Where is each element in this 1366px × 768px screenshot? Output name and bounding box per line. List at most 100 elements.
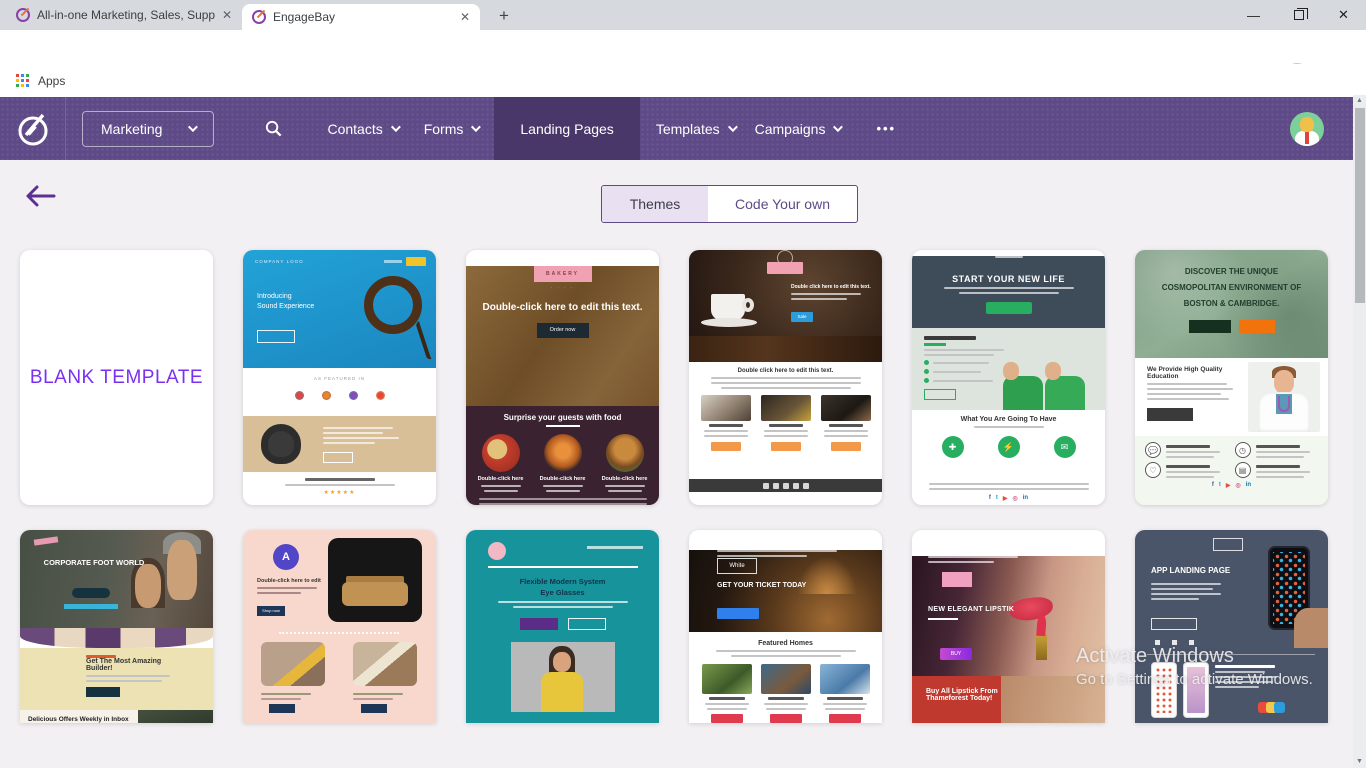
education-heading: DISCOVER THE UNIQUECOSMOPOLITAN ENVIRONM…	[1135, 250, 1328, 312]
food-columns: Double-click here Double-click here Doub…	[466, 434, 659, 492]
text-placeholder-lines	[466, 498, 659, 506]
search-icon[interactable]	[264, 119, 283, 138]
person-image	[1045, 376, 1085, 410]
template-card-furniture[interactable]: A Double-click here to edit Shop now	[243, 530, 436, 723]
sound-hero-section: COMPANY LOGO IntroducingSound Experience	[243, 250, 436, 368]
mini-green-button	[986, 302, 1032, 314]
engagebay-logo[interactable]	[0, 97, 66, 160]
template-card-blank[interactable]: BLANK TEMPLATE	[20, 250, 213, 505]
close-button[interactable]: ✕	[1321, 0, 1366, 30]
tab-close-icon[interactable]: ✕	[460, 10, 470, 24]
featured-caption: AS FEATURED IN	[243, 368, 436, 381]
nav-more-menu[interactable]: •••	[876, 121, 896, 136]
nav-contacts[interactable]: Contacts	[327, 121, 397, 137]
shop-now-button: Shop now	[257, 606, 285, 616]
shoes-image-strip	[20, 628, 213, 648]
coffee-columns	[689, 395, 882, 451]
template-card-eyeglasses[interactable]: Flexible Modern SystemEye Glasses	[466, 530, 659, 723]
divider-line	[488, 566, 638, 568]
nav-templates[interactable]: Templates	[656, 121, 735, 137]
mini-cta-button	[406, 257, 426, 266]
nav-forms[interactable]: Forms	[424, 121, 479, 137]
newlife-footer: ft▶◎in	[912, 483, 1105, 505]
restore-icon	[1294, 10, 1304, 20]
tab-themes[interactable]: Themes	[602, 186, 708, 222]
template-card-ticket[interactable]: White GET YOUR TICKET TODAY Featured Hom…	[689, 530, 882, 723]
tab-all-in-one[interactable]: All-in-one Marketing, Sales, Supp ✕	[8, 0, 240, 30]
education-about-section: We Provide High Quality Education	[1135, 358, 1328, 436]
company-logo-text: COMPANY LOGO	[255, 259, 304, 264]
home-cards	[689, 664, 882, 723]
mini-blue-button	[717, 608, 759, 619]
window-controls: — ✕	[1231, 0, 1366, 30]
scrollbar-up-arrow[interactable]: ▲	[1353, 95, 1366, 107]
bakery-subheading: Surprise your guests with food	[466, 406, 659, 422]
bookmarks-bar: Apps	[0, 64, 1366, 97]
tab-code-your-own[interactable]: Code Your own	[708, 186, 857, 222]
template-card-app-landing[interactable]: APP LANDING PAGE	[1135, 530, 1328, 723]
tab-engagebay[interactable]: EngageBay ✕	[242, 4, 480, 30]
pizza-image	[482, 434, 520, 472]
template-card-coffee[interactable]: Double click here to edit this text. Sal…	[689, 250, 882, 505]
ticket-heading: GET YOUR TICKET TODAY	[717, 582, 806, 589]
mini-navy-button	[269, 704, 295, 713]
furniture-logo: A	[273, 544, 299, 570]
heading-underline	[546, 425, 580, 427]
template-card-education[interactable]: DISCOVER THE UNIQUECOSMOPOLITAN ENVIRONM…	[1135, 250, 1328, 505]
template-card-sound-experience[interactable]: COMPANY LOGO IntroducingSound Experience…	[243, 250, 436, 505]
nav-landing-pages-active[interactable]: Landing Pages	[494, 97, 639, 160]
engagebay-navbar: Marketing Contacts Forms Landing Pages T…	[0, 97, 1366, 160]
back-arrow-button[interactable]	[24, 184, 58, 208]
lips-image	[1008, 595, 1055, 623]
apps-label[interactable]: Apps	[38, 74, 65, 88]
template-card-bakery[interactable]: BAKERY · · · · Double-click here to edit…	[466, 250, 659, 505]
template-card-lipstick[interactable]: NEW ELEGANT LIPSTIK BUY Buy All Lipstick…	[912, 530, 1105, 723]
apps-grid-icon[interactable]	[16, 74, 30, 88]
user-avatar[interactable]	[1290, 112, 1324, 146]
home-image	[702, 664, 752, 694]
marketing-dropdown[interactable]: Marketing	[82, 111, 214, 147]
furniture-heading: Double-click here to edit	[257, 578, 331, 584]
newlife-about-section	[912, 328, 1105, 410]
plus-icon: ✚	[942, 436, 964, 458]
mini-orange-button	[711, 442, 741, 451]
rating-stars: ★★★★★	[243, 489, 436, 496]
hand-image	[1294, 608, 1328, 648]
tab-close-icon[interactable]: ✕	[222, 8, 232, 22]
cup-handle	[742, 298, 754, 312]
features-heading: What You Are Going To Have	[912, 410, 1105, 423]
badge-subtext: · · · ·	[466, 285, 659, 290]
mail-icon: ✉	[1054, 436, 1076, 458]
scrollbar-thumb[interactable]	[1355, 108, 1365, 303]
ticket-featured-section: Featured Homes	[689, 632, 882, 723]
app-heading: APP LANDING PAGE	[1151, 566, 1230, 575]
avatar-head	[1300, 117, 1314, 132]
coffee-hero-section: Double click here to edit this text. Sal…	[689, 250, 882, 362]
chevron-down-icon	[728, 122, 738, 132]
headphones-image-2	[261, 424, 301, 464]
lipstick-hero-section: NEW ELEGANT LIPSTIK BUY	[912, 556, 1105, 676]
coffee-hero-text: Double click here to edit this text.	[791, 284, 871, 300]
engagebay-favicon	[252, 10, 266, 24]
coffee-cup-image	[711, 294, 745, 320]
scrollbar-down-arrow[interactable]: ▼	[1353, 756, 1366, 768]
page-scrollbar[interactable]: ▲ ▼	[1353, 95, 1366, 768]
sale-button: Sale	[791, 312, 813, 322]
template-card-new-life[interactable]: START YOUR NEW LIFE What You Are	[912, 250, 1105, 505]
clock-icon: ◷	[1235, 442, 1251, 458]
template-card-corporate-foot[interactable]: CORPORATE FOOT WORLD Get The Most Amazin…	[20, 530, 213, 723]
featured-homes-heading: Featured Homes	[689, 632, 882, 647]
buy-button: BUY	[940, 648, 972, 660]
restore-button[interactable]	[1276, 0, 1321, 30]
mini-nav-placeholder	[384, 260, 402, 263]
new-tab-button[interactable]: +	[492, 4, 516, 28]
footer-heading: Buy All Lipstick From Thameforest Today!	[926, 688, 1026, 702]
white-logo-box	[1213, 538, 1243, 551]
column-image	[701, 395, 751, 421]
book-icon: ▤	[1235, 462, 1251, 478]
templates-label: Templates	[656, 121, 720, 137]
headphones-cord	[415, 320, 436, 361]
nav-campaigns[interactable]: Campaigns	[755, 121, 841, 137]
minimize-button[interactable]: —	[1231, 0, 1276, 30]
text-placeholder-lines	[323, 424, 419, 444]
